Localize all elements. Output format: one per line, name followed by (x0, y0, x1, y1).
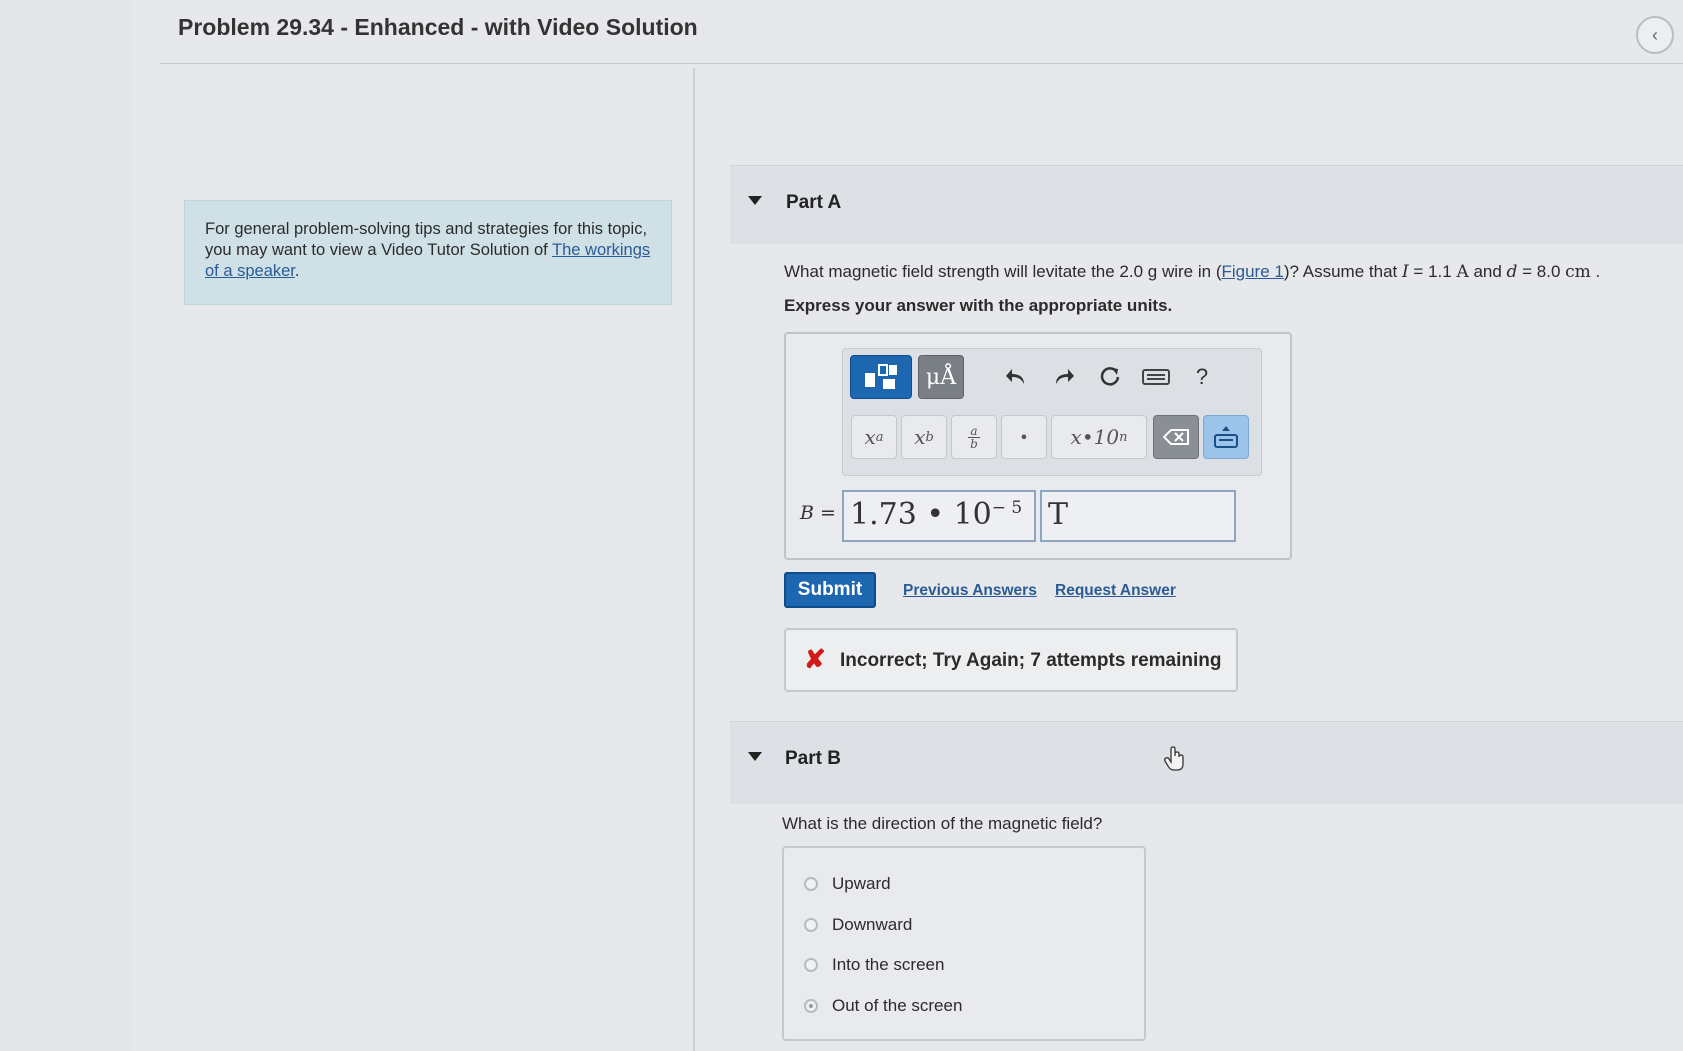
part-b-header[interactable]: Part B (730, 721, 1683, 804)
part-b-question: What is the direction of the magnetic fi… (782, 814, 1103, 833)
reset-icon[interactable] (1087, 355, 1133, 399)
incorrect-x-icon: ✘ (804, 644, 826, 674)
part-b-title: Part B (785, 748, 841, 769)
back-chevron-icon[interactable]: ‹ (1636, 16, 1674, 54)
submit-button[interactable]: Submit (784, 572, 876, 608)
tip-box: For general problem-solving tips and str… (184, 200, 672, 305)
radio-button[interactable] (804, 877, 818, 891)
value-exponent: − 5 (991, 498, 1023, 518)
sci-label: x•10 (1070, 425, 1120, 449)
superscript-base: x (864, 425, 876, 449)
fraction-top: a (970, 423, 978, 438)
value-input[interactable]: 1.73 • 10− 5 (842, 490, 1036, 542)
value-mantissa: 1.73 • 10 (850, 497, 992, 532)
tip-end: . (294, 262, 300, 280)
units-input[interactable]: T (1040, 490, 1236, 542)
fraction-bottom: b (970, 436, 978, 451)
answer-box: μÅ ? xa xb ab • x•10 n B = 1.73 • 10− 5 … (784, 332, 1292, 560)
scientific-notation-button[interactable]: x•10 n (1051, 415, 1147, 459)
radio-button[interactable] (804, 918, 818, 932)
previous-answers-link[interactable]: Previous Answers (903, 582, 1037, 600)
help-button[interactable]: ? (1179, 355, 1225, 399)
sci-exp: n (1119, 429, 1128, 445)
multiply-dot-button[interactable]: • (1001, 415, 1047, 459)
option-upward[interactable]: Upward (804, 871, 891, 897)
option-label: Into the screen (832, 955, 945, 974)
math-toolbar: μÅ ? xa xb ab • x•10 n (842, 348, 1262, 476)
direction-choices: Upward Downward Into the screen Out of t… (782, 846, 1146, 1041)
units-button[interactable]: μÅ (918, 355, 964, 399)
distance-unit: cm (1565, 262, 1591, 282)
part-a-question: What magnetic field strength will levita… (784, 262, 1600, 282)
part-a-header[interactable]: Part A (730, 165, 1683, 244)
templates-button[interactable] (850, 355, 912, 399)
page-title: Problem 29.34 - Enhanced - with Video So… (178, 14, 698, 40)
option-label: Downward (832, 915, 913, 934)
current-value: = 1.1 (1408, 262, 1457, 281)
column-divider (693, 68, 695, 1051)
header-divider (160, 63, 1683, 64)
figure-link[interactable]: Figure 1 (1221, 262, 1283, 281)
part-a-title: Part A (786, 192, 842, 213)
problem-page: Problem 29.34 - Enhanced - with Video So… (130, 0, 1683, 1051)
current-unit: A (1456, 262, 1469, 282)
backspace-icon[interactable] (1153, 415, 1199, 459)
subscript-button[interactable]: xb (901, 415, 947, 459)
subscript-index: b (925, 429, 934, 445)
left-margin (0, 0, 131, 1051)
hand-cursor-icon (1164, 746, 1186, 778)
variable-label: B = (800, 502, 836, 524)
radio-button[interactable] (804, 958, 818, 972)
distance-value: = 8.0 (1517, 262, 1566, 281)
fraction-button[interactable]: ab (951, 415, 997, 459)
feedback-box: ✘ Incorrect; Try Again; 7 attempts remai… (784, 628, 1238, 692)
distance-symbol: d (1506, 262, 1518, 282)
radio-button-selected[interactable] (804, 999, 818, 1013)
question-end: . (1590, 262, 1601, 281)
keyboard-icon[interactable] (1133, 355, 1179, 399)
templates-icon (865, 364, 897, 389)
subscript-base: x (914, 425, 926, 449)
request-answer-link[interactable]: Request Answer (1055, 582, 1176, 600)
feedback-message: Incorrect; Try Again; 7 attempts remaini… (840, 650, 1222, 671)
undo-icon[interactable] (993, 355, 1039, 399)
option-out-of-screen[interactable]: Out of the screen (804, 993, 962, 1019)
redo-icon[interactable] (1041, 355, 1087, 399)
superscript-exp: a (875, 429, 884, 445)
collapse-caret-icon[interactable] (748, 752, 762, 761)
collapse-caret-icon[interactable] (748, 196, 762, 205)
show-keyboard-icon[interactable] (1203, 415, 1249, 459)
superscript-button[interactable]: xa (851, 415, 897, 459)
question-text-mid: )? Assume that (1283, 262, 1402, 281)
and-text: and (1468, 262, 1507, 281)
current-symbol: I (1401, 262, 1409, 282)
question-text: What magnetic field strength will levita… (784, 262, 1222, 281)
answer-instruction: Express your answer with the appropriate… (784, 296, 1173, 315)
option-label: Upward (832, 874, 891, 893)
option-into-screen[interactable]: Into the screen (804, 952, 944, 978)
option-label: Out of the screen (832, 996, 963, 1015)
option-downward[interactable]: Downward (804, 912, 912, 938)
